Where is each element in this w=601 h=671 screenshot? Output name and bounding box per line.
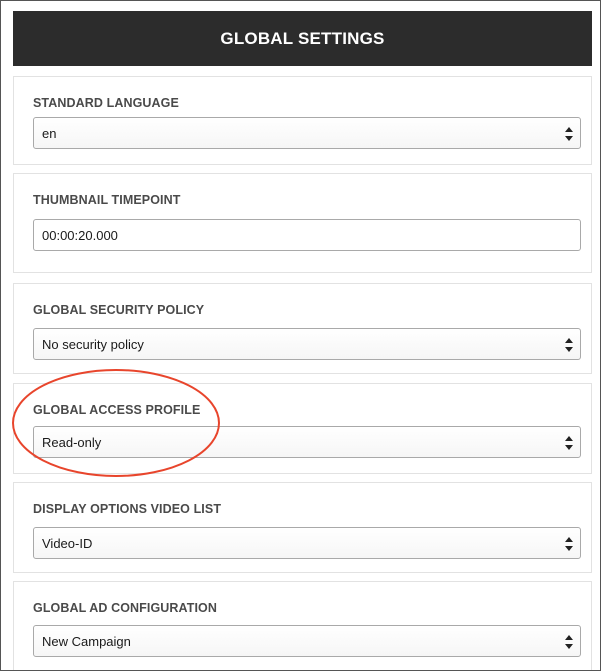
global-security-policy-panel: GLOBAL SECURITY POLICY No security polic…	[13, 283, 592, 374]
global-settings-header: GLOBAL SETTINGS	[13, 11, 592, 66]
global-ad-configuration-select[interactable]: New Campaign	[33, 625, 581, 657]
page-title: GLOBAL SETTINGS	[220, 28, 385, 48]
global-ad-configuration-value: New Campaign	[42, 634, 131, 649]
thumbnail-timepoint-label: THUMBNAIL TIMEPOINT	[33, 193, 181, 207]
standard-language-value: en	[42, 126, 57, 141]
select-arrows-icon	[564, 126, 574, 142]
standard-language-label: STANDARD LANGUAGE	[33, 96, 179, 110]
thumbnail-timepoint-input[interactable]: 00:00:20.000	[33, 219, 581, 251]
global-security-policy-label: GLOBAL SECURITY POLICY	[33, 303, 205, 317]
thumbnail-timepoint-value: 00:00:20.000	[42, 228, 118, 243]
global-access-profile-label: GLOBAL ACCESS PROFILE	[33, 403, 201, 417]
display-options-video-list-label: DISPLAY OPTIONS VIDEO LIST	[33, 502, 222, 516]
display-options-video-list-select[interactable]: Video-ID	[33, 527, 581, 559]
select-arrows-icon	[564, 337, 574, 353]
global-ad-configuration-panel: GLOBAL AD CONFIGURATION New Campaign	[13, 581, 592, 670]
standard-language-select[interactable]: en	[33, 117, 581, 149]
select-arrows-icon	[564, 634, 574, 650]
display-options-video-list-value: Video-ID	[42, 536, 93, 551]
global-settings-window: GLOBAL SETTINGS STANDARD LANGUAGE en THU…	[0, 0, 601, 671]
display-options-video-list-panel: DISPLAY OPTIONS VIDEO LIST Video-ID	[13, 482, 592, 573]
select-arrows-icon	[564, 536, 574, 552]
global-security-policy-value: No security policy	[42, 337, 144, 352]
select-arrows-icon	[564, 435, 574, 451]
global-access-profile-select[interactable]: Read-only	[33, 426, 581, 458]
standard-language-panel: STANDARD LANGUAGE en	[13, 76, 592, 165]
global-ad-configuration-label: GLOBAL AD CONFIGURATION	[33, 601, 218, 615]
global-access-profile-panel: GLOBAL ACCESS PROFILE Read-only	[13, 383, 592, 474]
global-access-profile-value: Read-only	[42, 435, 102, 450]
global-security-policy-select[interactable]: No security policy	[33, 328, 581, 360]
thumbnail-timepoint-panel: THUMBNAIL TIMEPOINT 00:00:20.000	[13, 173, 592, 273]
